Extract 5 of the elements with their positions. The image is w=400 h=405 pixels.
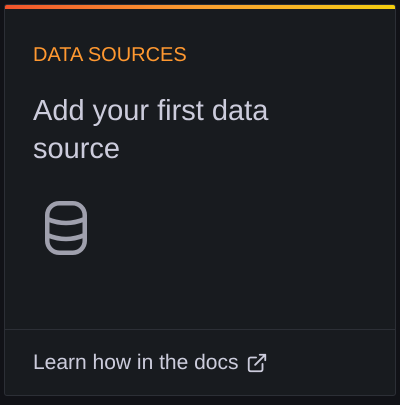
card-label: DATA SOURCES <box>33 43 187 68</box>
external-link-icon[interactable] <box>246 352 268 374</box>
database-icon <box>45 201 87 255</box>
card-heading: Add your first data source <box>33 94 270 167</box>
docs-link[interactable]: Learn how in the docs <box>33 346 238 378</box>
